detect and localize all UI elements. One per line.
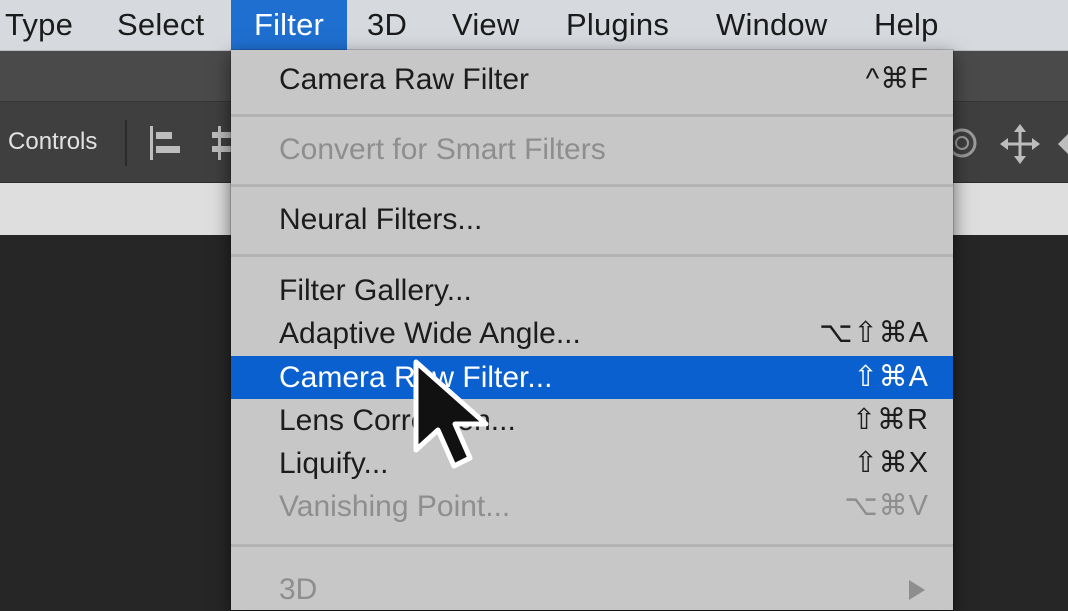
menu-item-3d-submenu: 3D — [231, 568, 953, 611]
distribute-icon[interactable] — [210, 126, 232, 160]
menu-item-shortcut: ⌥⌘V — [844, 490, 929, 522]
menu-separator — [231, 544, 953, 547]
menu-item-label: Liquify... — [279, 447, 389, 480]
align-left-icon[interactable] — [148, 126, 184, 160]
menu-item-label: Filter Gallery... — [279, 274, 472, 307]
menu-item-liquify[interactable]: Liquify... ⇧⌘X — [231, 442, 953, 485]
menu-item-shortcut: ⇧⌘A — [853, 361, 929, 393]
menu-item-label: Convert for Smart Filters — [279, 133, 606, 166]
menu-separator — [231, 114, 953, 117]
menu-filter[interactable]: Filter — [231, 0, 347, 50]
filter-menu-dropdown: Camera Raw Filter ^⌘F Convert for Smart … — [231, 50, 953, 610]
menu-select[interactable]: Select — [117, 0, 204, 50]
menu-item-label: Adaptive Wide Angle... — [279, 317, 581, 350]
menu-item-camera-raw-filter-last[interactable]: Camera Raw Filter ^⌘F — [231, 58, 953, 101]
move-3d-icon[interactable] — [1000, 124, 1040, 164]
rotate-icon[interactable] — [1056, 132, 1068, 156]
menu-item-vanishing-point: Vanishing Point... ⌥⌘V — [231, 485, 953, 528]
menu-separator — [231, 254, 953, 257]
menu-item-shortcut: ⇧⌘R — [851, 404, 929, 436]
menu-item-camera-raw-filter[interactable]: Camera Raw Filter... ⇧⌘A — [231, 356, 953, 399]
menu-item-convert-smart-filters: Convert for Smart Filters — [231, 128, 953, 171]
menu-3d[interactable]: 3D — [367, 0, 407, 50]
menu-item-neural-filters[interactable]: Neural Filters... — [231, 198, 953, 241]
menu-bar: Type Select Filter 3D View Plugins Windo… — [0, 0, 1068, 51]
menu-help[interactable]: Help — [874, 0, 939, 50]
options-divider — [125, 120, 127, 166]
menu-view[interactable]: View — [452, 0, 519, 50]
menu-item-label: 3D — [279, 573, 318, 606]
menu-window[interactable]: Window — [716, 0, 827, 50]
menu-item-label: Vanishing Point... — [279, 490, 511, 523]
transform-controls-label[interactable]: n Controls — [0, 102, 97, 182]
menu-item-label: Camera Raw Filter — [279, 63, 530, 96]
menu-item-lens-correction[interactable]: Lens Correction... ⇧⌘R — [231, 399, 953, 442]
submenu-arrow-icon — [909, 580, 925, 600]
menu-plugins[interactable]: Plugins — [566, 0, 669, 50]
menu-item-shortcut: ⇧⌘X — [853, 447, 929, 479]
mouse-pointer-icon — [413, 359, 489, 469]
menu-item-adaptive-wide-angle[interactable]: Adaptive Wide Angle... ⌥⇧⌘A — [231, 312, 953, 355]
menu-item-shortcut: ^⌘F — [865, 63, 929, 95]
menu-item-filter-gallery[interactable]: Filter Gallery... — [231, 269, 953, 312]
menu-item-label: Neural Filters... — [279, 203, 483, 236]
menu-separator — [231, 184, 953, 187]
menu-type[interactable]: Type — [5, 0, 73, 50]
menu-item-shortcut: ⌥⇧⌘A — [818, 317, 929, 349]
